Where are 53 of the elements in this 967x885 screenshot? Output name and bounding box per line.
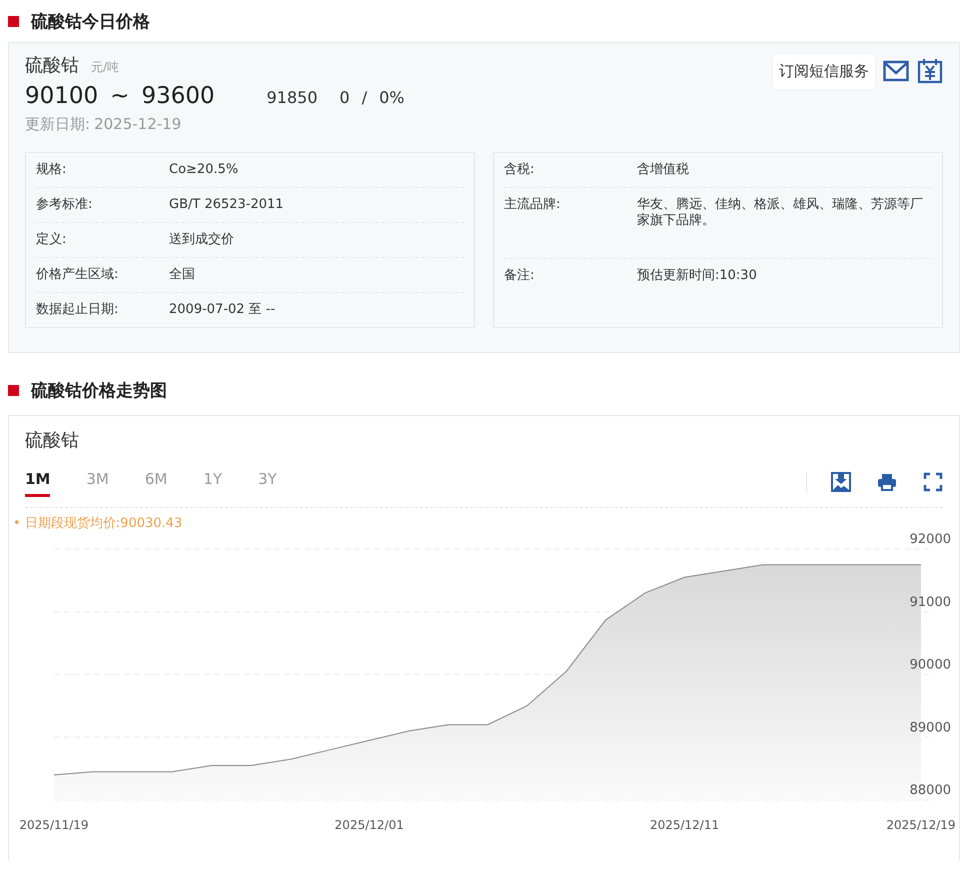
detail-value: 2009-07-02 至 --	[169, 302, 276, 318]
average-price-note: • 日期段现货均价:90030.43	[12, 515, 184, 532]
detail-value: 预估更新时间:10:30	[637, 268, 758, 284]
chart-title: 硫酸钴	[24, 429, 80, 452]
x-tick-label: 2025/11/19	[19, 818, 89, 832]
subscribe-tooltip: 订阅短信服务	[773, 54, 875, 88]
y-tick-label: 91000	[910, 594, 951, 610]
updated-date: 2025-12-19	[94, 115, 182, 133]
print-icon[interactable]	[877, 472, 897, 492]
range-tab[interactable]: 1Y	[203, 466, 222, 497]
updated-label: 更新日期:	[25, 115, 90, 134]
fullscreen-icon[interactable]	[923, 472, 943, 492]
price-unit: 元/吨	[91, 59, 120, 76]
detail-label: 定义:	[36, 232, 68, 248]
y-tick-label: 90000	[910, 658, 951, 672]
price-change: 0	[340, 88, 350, 107]
change-slash: /	[362, 88, 368, 107]
section-title: 硫酸钴价格走势图	[31, 380, 167, 402]
x-tick-label: 2025/12/11	[650, 818, 720, 832]
range-tab[interactable]: 3M	[86, 466, 109, 497]
yuan-calendar-icon[interactable]	[917, 58, 943, 84]
product-name: 硫酸钴	[25, 54, 79, 77]
detail-label: 含税:	[504, 162, 536, 178]
range-tab[interactable]: 1M	[25, 466, 50, 497]
download-image-icon[interactable]	[831, 472, 851, 492]
y-tick-label: 92000	[910, 532, 951, 547]
price-high: 93600	[141, 83, 215, 109]
y-tick-label: 89000	[910, 720, 951, 736]
detail-label: 主流品牌:	[504, 197, 562, 214]
range-tilde: ~	[110, 83, 130, 109]
section-title: 硫酸钴今日价格	[31, 10, 150, 32]
detail-value: 全国	[169, 267, 196, 283]
detail-label: 备注:	[504, 268, 536, 284]
detail-label: 参考标准:	[36, 197, 94, 213]
mail-icon[interactable]	[883, 60, 909, 82]
average-price: 91850	[266, 88, 318, 107]
detail-value: 含增值税	[637, 162, 690, 178]
detail-value: 华友、腾远、佳纳、格派、雄风、瑞隆、芳源等厂家旗下品牌。	[637, 197, 924, 230]
detail-value: Co≥20.5%	[169, 162, 240, 178]
range-tab[interactable]: 6M	[144, 466, 168, 497]
detail-label: 规格:	[36, 162, 68, 178]
y-tick-label: 88000	[910, 783, 951, 798]
range-tab[interactable]: 3Y	[258, 466, 277, 497]
detail-value: 送到成交价	[169, 232, 235, 248]
section-marker	[8, 16, 19, 26]
section-marker	[8, 384, 19, 396]
x-tick-label: 2025/12/19	[886, 818, 956, 832]
detail-label: 价格产生区域:	[36, 267, 120, 283]
x-tick-label: 2025/12/01	[334, 818, 404, 832]
price-low: 90100	[25, 83, 98, 109]
detail-value: GB/T 26523-2011	[169, 197, 285, 213]
change-percent: 0%	[379, 88, 404, 107]
detail-label: 数据起止日期:	[36, 302, 120, 318]
